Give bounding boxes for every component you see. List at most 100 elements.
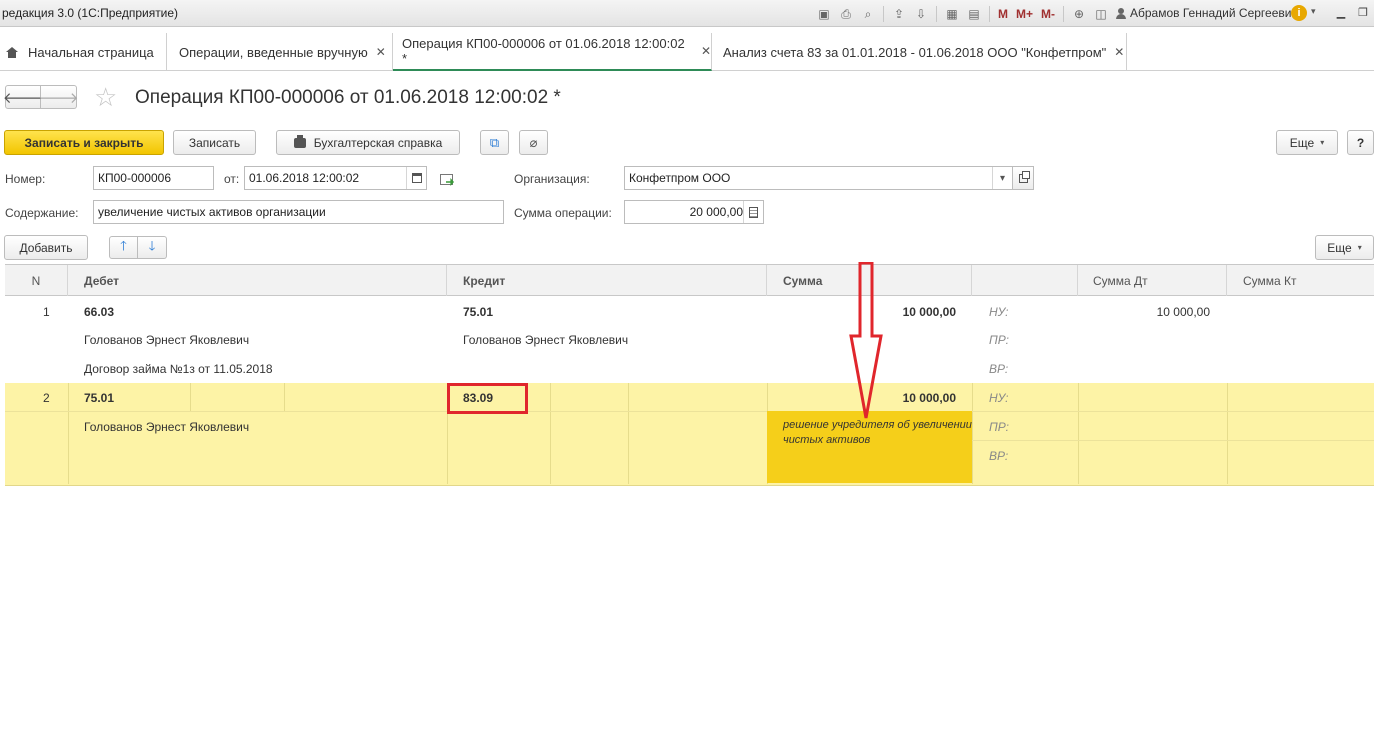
column-divider: [628, 383, 629, 484]
close-icon[interactable]: ✕: [376, 45, 386, 59]
tab-label: Операции, введенные вручную: [179, 44, 368, 60]
tab-home[interactable]: Начальная страница: [0, 33, 167, 71]
user-icon: [1116, 7, 1126, 19]
tab-manual-operations[interactable]: Операции, введенные вручную ✕: [167, 33, 393, 71]
add-row-button[interactable]: Добавить: [4, 235, 88, 260]
dropdown-arrow-icon: ▾: [1320, 138, 1325, 147]
column-header-debit[interactable]: Дебет: [68, 265, 447, 296]
restore-icon[interactable]: ❐: [1356, 5, 1370, 19]
save-button[interactable]: Записать: [173, 130, 256, 155]
preview-icon[interactable]: ⌕: [858, 5, 878, 23]
document-link-icon[interactable]: [440, 172, 455, 186]
content-field[interactable]: увеличение чистых активов организации: [93, 200, 504, 224]
minimize-icon[interactable]: ▁: [1334, 5, 1348, 19]
chevron-down-icon[interactable]: ▾: [1311, 6, 1316, 17]
save-and-close-button[interactable]: Записать и закрыть: [4, 130, 164, 155]
tab-account-analysis[interactable]: Анализ счета 83 за 01.01.2018 - 01.06.20…: [712, 33, 1127, 71]
table-row-selected[interactable]: 2 75.01 Голованов Эрнест Яковлевич 83.09…: [5, 383, 1374, 486]
calendar-icon: [411, 173, 422, 183]
calendar-icon[interactable]: ▤: [964, 5, 984, 23]
chevron-down-icon: ▾: [999, 172, 1006, 184]
column-header-sum-kt[interactable]: Сумма Кт: [1227, 265, 1374, 296]
tab-label: Анализ счета 83 за 01.01.2018 - 01.06.20…: [723, 44, 1107, 60]
more-button[interactable]: Еще ▾: [1276, 130, 1338, 155]
memory-plus-button[interactable]: M+: [1013, 5, 1036, 23]
memory-minus-button[interactable]: M-: [1038, 5, 1058, 23]
annotation-highlight-box: [447, 383, 528, 414]
download-icon[interactable]: ⇩: [911, 5, 931, 23]
info-icon[interactable]: i: [1291, 5, 1307, 21]
debit-account[interactable]: 66.03: [84, 305, 114, 319]
help-button[interactable]: ?: [1347, 130, 1374, 155]
app-title: редакция 3.0 (1С:Предприятие): [2, 6, 179, 20]
column-header-tax[interactable]: [972, 265, 1078, 296]
zoom-icon[interactable]: ⊕: [1069, 5, 1089, 23]
debit-subconto-2[interactable]: Договор займа №1з от 11.05.2018: [84, 362, 273, 376]
more-label: Еще: [1289, 135, 1315, 150]
date-field[interactable]: 01.06.2018 12:00:02: [244, 166, 427, 190]
save-icon[interactable]: ▣: [814, 5, 834, 23]
operation-sum-field[interactable]: 20 000,00: [624, 200, 764, 224]
memory-button[interactable]: M: [995, 5, 1011, 23]
panel-icon[interactable]: ◫: [1091, 5, 1111, 23]
sum-dt-value[interactable]: 10 000,00: [1078, 305, 1210, 319]
print-icon[interactable]: ⎙: [836, 5, 856, 23]
current-user[interactable]: Абрамов Геннадий Сергеевич: [1116, 6, 1298, 20]
tab-operation[interactable]: Операция КП00-000006 от 01.06.2018 12:00…: [393, 33, 712, 71]
move-up-button[interactable]: 🡑: [109, 236, 138, 259]
calendar-button[interactable]: [406, 167, 426, 189]
column-header-sum-dt[interactable]: Сумма Дт: [1078, 265, 1227, 296]
tax-nu-label: НУ:: [989, 391, 1009, 405]
move-down-button[interactable]: 🡓: [138, 236, 167, 259]
toolbar-separator: [883, 6, 884, 22]
tax-pr-label: ПР:: [989, 333, 1009, 347]
attach-button[interactable]: ⌀: [519, 130, 548, 155]
column-divider: [284, 383, 285, 411]
close-icon[interactable]: ✕: [1114, 45, 1124, 59]
tab-bar: Начальная страница Операции, введенные в…: [0, 33, 1374, 71]
number-label: Номер:: [5, 172, 46, 186]
favorite-star-icon[interactable]: ☆: [94, 83, 117, 111]
content-label: Содержание:: [5, 206, 79, 220]
date-value: 01.06.2018 12:00:02: [249, 171, 360, 185]
credit-subconto-1[interactable]: Голованов Эрнест Яковлевич: [463, 333, 628, 347]
debit-subconto-1[interactable]: Голованов Эрнест Яковлевич: [84, 420, 249, 434]
upload-icon[interactable]: ⇪: [889, 5, 909, 23]
dropdown-arrow-icon: ▾: [1357, 243, 1362, 252]
toolbar-separator: [989, 6, 990, 22]
calculator-icon[interactable]: ▦: [942, 5, 962, 23]
printer-icon: [293, 134, 306, 148]
table-header: N Дебет Кредит Сумма Сумма Дт Сумма Кт: [5, 264, 1374, 296]
structure-button[interactable]: ⧉: [480, 130, 509, 155]
paperclip-icon: ⌀: [529, 134, 538, 150]
entries-table: N Дебет Кредит Сумма Сумма Дт Сумма Кт 1…: [5, 264, 1374, 486]
column-header-n[interactable]: N: [5, 265, 68, 296]
table-more-button[interactable]: Еще ▾: [1315, 235, 1374, 260]
close-icon[interactable]: ✕: [701, 44, 711, 58]
column-divider: [68, 383, 69, 484]
table-row[interactable]: 1 66.03 Голованов Эрнест Яковлевич Догов…: [5, 296, 1374, 383]
number-field[interactable]: КП00-000006: [93, 166, 214, 190]
column-divider: [972, 383, 973, 484]
calculator-icon: [749, 206, 758, 218]
debit-subconto-1[interactable]: Голованов Эрнест Яковлевич: [84, 333, 249, 347]
accounting-report-button[interactable]: Бухгалтерская справка: [276, 130, 460, 155]
organization-open-button[interactable]: [1012, 166, 1034, 190]
window-titlebar: редакция 3.0 (1С:Предприятие) ▣ ⎙ ⌕ ⇪ ⇩ …: [0, 0, 1374, 27]
column-header-credit[interactable]: Кредит: [447, 265, 767, 296]
toolbar-separator: [1063, 6, 1065, 22]
back-button[interactable]: 🡐: [3, 85, 43, 109]
forward-button[interactable]: 🡒: [38, 85, 79, 109]
organization-label: Организация:: [514, 172, 590, 186]
navigation-buttons: 🡐 🡒: [3, 85, 79, 109]
credit-account[interactable]: 75.01: [463, 305, 493, 319]
debit-account[interactable]: 75.01: [84, 391, 114, 405]
organization-dropdown-button[interactable]: ▾: [992, 167, 1012, 189]
calculator-button[interactable]: [743, 201, 763, 223]
tax-pr-label: ПР:: [989, 420, 1009, 434]
annotation-down-arrow-icon: [849, 262, 883, 419]
home-icon: [6, 46, 18, 58]
organization-field[interactable]: Конфетпром ООО ▾: [624, 166, 1013, 190]
organization-value: Конфетпром ООО: [629, 171, 731, 185]
arrow-up-icon: 🡑: [120, 237, 127, 253]
